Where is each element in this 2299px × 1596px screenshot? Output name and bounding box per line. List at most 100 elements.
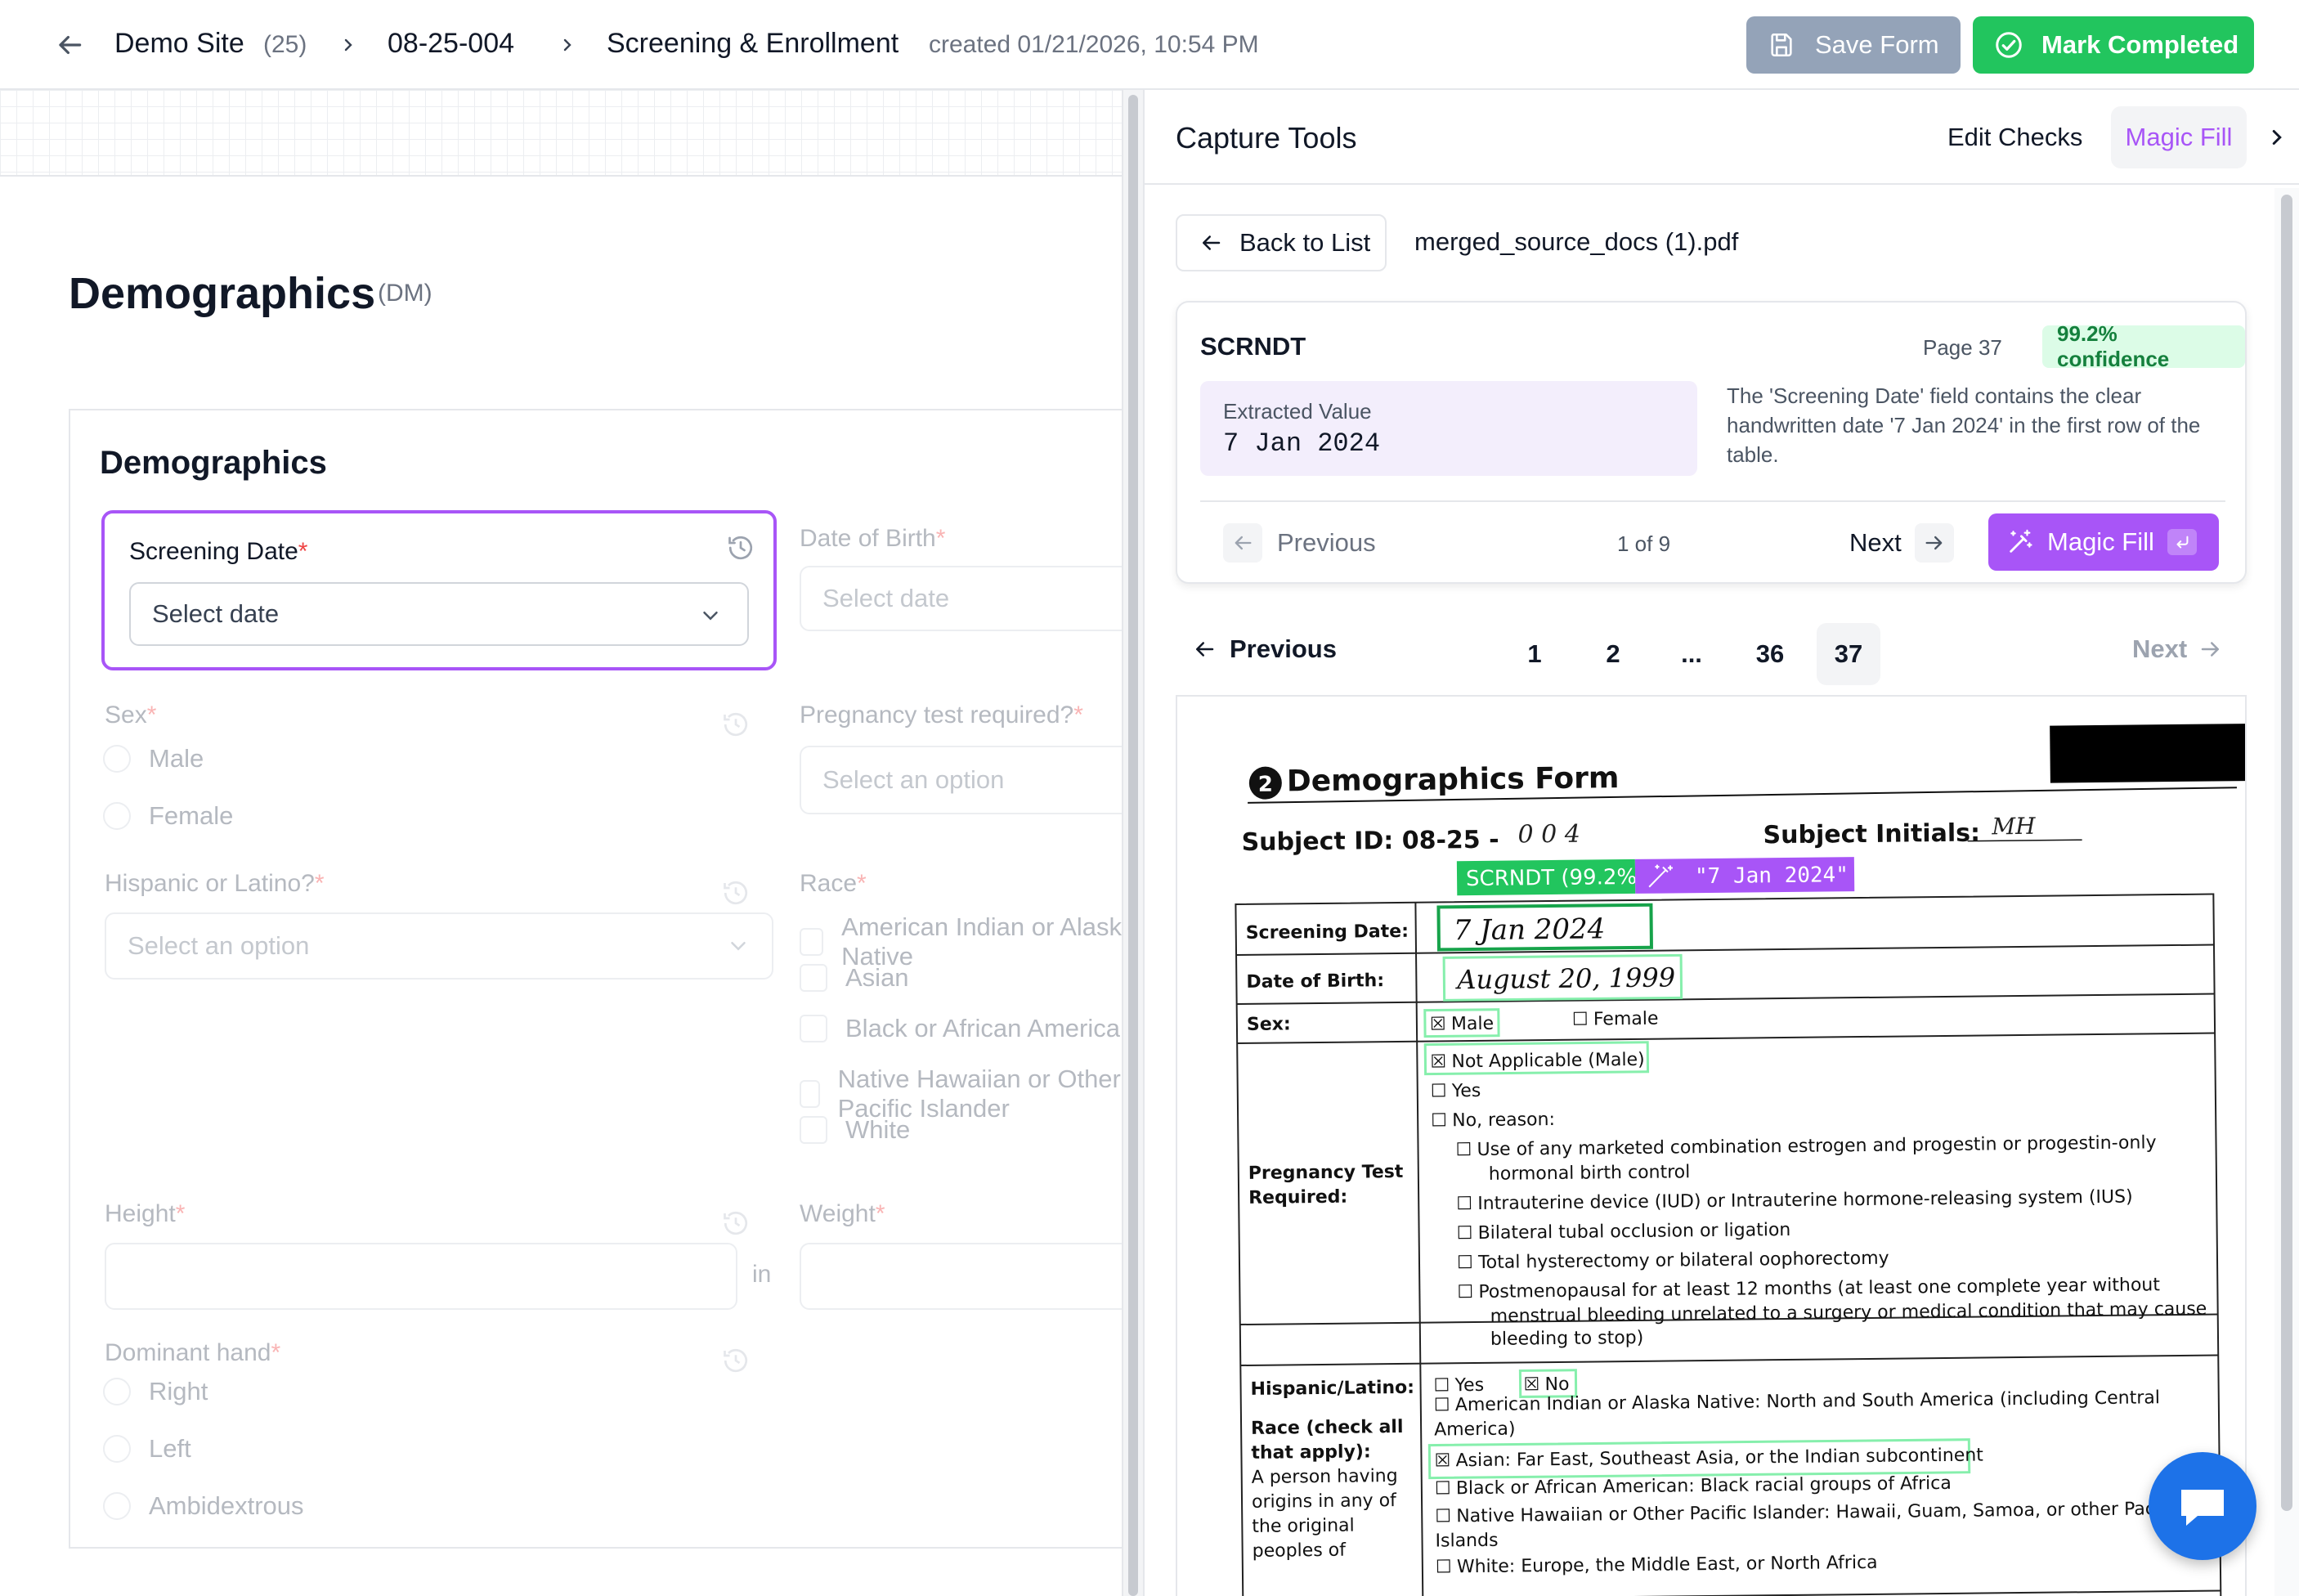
enter-key-icon bbox=[2167, 529, 2197, 555]
doc-sex-male: Male bbox=[1451, 1014, 1494, 1035]
radio-button[interactable] bbox=[103, 1378, 131, 1405]
checkbox[interactable] bbox=[800, 1015, 827, 1042]
breadcrumb-form: Screening & Enrollment bbox=[607, 28, 899, 59]
breadcrumb-site[interactable]: Demo Site bbox=[114, 28, 244, 60]
pager-page-36[interactable]: 36 bbox=[1738, 623, 1802, 685]
doc-race-note: origins in any of bbox=[1252, 1491, 1397, 1513]
extraction-next-button[interactable]: Next bbox=[1849, 523, 1954, 563]
pager-next-button[interactable]: Next bbox=[2132, 634, 2223, 664]
sex-option-female[interactable]: Female bbox=[103, 801, 233, 831]
extraction-previous-button[interactable]: Previous bbox=[1223, 523, 1376, 563]
radio-button[interactable] bbox=[103, 802, 131, 830]
initials-underline bbox=[1967, 839, 2082, 842]
height-input[interactable] bbox=[105, 1243, 737, 1310]
arrow-left-icon bbox=[1203, 235, 1221, 250]
pregnancy-select[interactable]: Select an option bbox=[800, 746, 1122, 814]
document-title: Demographics Form bbox=[1287, 761, 1620, 798]
value-tag-text: "7 Jan 2024" bbox=[1695, 863, 1849, 889]
pager-page-2[interactable]: 2 bbox=[1581, 623, 1645, 685]
extracted-value-label: Extracted Value bbox=[1223, 399, 1372, 424]
radio-button[interactable] bbox=[103, 1435, 131, 1463]
hispanic-select[interactable]: Select an option bbox=[105, 912, 773, 980]
race-option[interactable]: Black or African American bbox=[800, 1014, 1122, 1043]
page-pagination: Previous 1 2 ... 36 37 Next bbox=[1176, 616, 2247, 685]
history-icon[interactable] bbox=[721, 1346, 751, 1375]
save-form-button[interactable]: Save Form bbox=[1746, 16, 1961, 74]
hand-option-label: Ambidextrous bbox=[149, 1491, 304, 1520]
breadcrumb-subject[interactable]: 08-25-004 bbox=[388, 28, 514, 60]
doc-sex-label: Sex: bbox=[1247, 1014, 1291, 1035]
doc-pregnancy-label: Required: bbox=[1248, 1187, 1347, 1208]
created-timestamp: created 01/21/2026, 10:54 PM bbox=[929, 31, 1259, 58]
extracted-value: 7 Jan 2024 bbox=[1223, 428, 1381, 459]
magic-wand-icon bbox=[2010, 529, 2032, 553]
doc-race-label: that apply): bbox=[1251, 1441, 1371, 1464]
pager-page-1[interactable]: 1 bbox=[1503, 623, 1566, 685]
doc-checkbox: ☐ bbox=[1457, 1282, 1473, 1302]
doc-pregnancy-reason: hormonal birth control bbox=[1489, 1162, 1691, 1185]
doc-checkbox: ☐ bbox=[1455, 1140, 1472, 1160]
doc-race-option: Black or African American: Black racial … bbox=[1456, 1473, 1952, 1499]
extraction-count: 1 of 9 bbox=[1617, 531, 1671, 556]
hand-option-right[interactable]: Right bbox=[103, 1377, 208, 1406]
checkbox[interactable] bbox=[800, 1116, 827, 1144]
capture-tools-header: Capture Tools Edit Checks Magic Fill bbox=[1145, 90, 2299, 185]
chevron-right-icon[interactable] bbox=[2265, 124, 2289, 150]
page-title: Demographics bbox=[69, 269, 376, 318]
doc-checkbox-checked: ☒ bbox=[1523, 1374, 1539, 1395]
magic-fill-button[interactable]: Magic Fill bbox=[1988, 513, 2219, 571]
pager-page-37-active[interactable]: 37 bbox=[1817, 623, 1880, 685]
chevron-down-icon bbox=[703, 612, 718, 621]
hand-option-left[interactable]: Left bbox=[103, 1434, 191, 1464]
mark-completed-label: Mark Completed bbox=[2041, 30, 2239, 59]
capture-scrollbar[interactable] bbox=[2274, 188, 2299, 1596]
doc-pregnancy-reason: Intrauterine device (IUD) or Intrauterin… bbox=[1477, 1187, 2133, 1214]
doc-checkbox: ☐ bbox=[1456, 1223, 1472, 1244]
screening-date-field[interactable]: Screening Date* Select date bbox=[101, 510, 777, 670]
height-unit: in bbox=[752, 1261, 772, 1288]
doc-checkbox-checked: ☒ bbox=[1430, 1051, 1446, 1072]
radio-button[interactable] bbox=[103, 745, 131, 773]
source-document-viewer[interactable]: 2 Demographics Form Subject ID: 08-25 - … bbox=[1176, 695, 2247, 1596]
doc-pregnancy-option: No, reason: bbox=[1452, 1110, 1555, 1131]
history-icon[interactable] bbox=[721, 878, 751, 908]
checkbox[interactable] bbox=[800, 964, 827, 992]
scanned-form-page: 2 Demographics Form Subject ID: 08-25 - … bbox=[1235, 723, 2245, 1596]
screening-date-picker[interactable]: Select date bbox=[129, 582, 749, 646]
checkbox[interactable] bbox=[800, 928, 824, 956]
doc-race-option: White: Europe, the Middle East, or North… bbox=[1457, 1553, 1878, 1577]
field-tag-text: SCRNDT (99.2%) bbox=[1466, 865, 1646, 891]
checkbox[interactable] bbox=[800, 1080, 820, 1108]
chat-launcher-button[interactable] bbox=[2149, 1452, 2256, 1560]
doc-checkbox: ☐ bbox=[1433, 1375, 1450, 1396]
grid-background bbox=[0, 90, 1122, 177]
tab-magic-fill[interactable]: Magic Fill bbox=[2111, 106, 2247, 168]
back-to-list-button[interactable]: Back to List bbox=[1176, 214, 1387, 271]
screening-date-label: Screening Date* bbox=[129, 538, 308, 565]
panel-resize-handle[interactable] bbox=[1122, 90, 1145, 1596]
extraction-next-label: Next bbox=[1849, 528, 1902, 557]
dob-picker[interactable]: Select date bbox=[800, 566, 1122, 631]
history-icon[interactable] bbox=[721, 710, 751, 739]
race-option[interactable]: White bbox=[800, 1115, 910, 1145]
back-arrow-icon[interactable] bbox=[54, 29, 85, 61]
doc-hispanic-no: No bbox=[1544, 1374, 1569, 1395]
race-option[interactable]: Asian bbox=[800, 963, 909, 993]
screening-date-value: Select date bbox=[152, 599, 280, 628]
weight-input[interactable] bbox=[800, 1243, 1122, 1310]
radio-button[interactable] bbox=[103, 1492, 131, 1520]
extraction-card: SCRNDT Page 37 99.2% confidence Extracte… bbox=[1176, 301, 2247, 584]
pager-previous-button[interactable]: Previous bbox=[1192, 634, 1337, 664]
arrow-right-icon bbox=[2201, 642, 2220, 657]
hand-option-ambidextrous[interactable]: Ambidextrous bbox=[103, 1491, 304, 1521]
tab-edit-checks[interactable]: Edit Checks bbox=[1947, 123, 2082, 152]
magic-fill-label: Magic Fill bbox=[2047, 527, 2154, 556]
history-icon[interactable] bbox=[721, 1208, 751, 1238]
sex-option-male[interactable]: Male bbox=[103, 744, 204, 773]
history-icon[interactable] bbox=[726, 533, 755, 563]
mark-completed-button[interactable]: Mark Completed bbox=[1973, 16, 2254, 74]
doc-pregnancy-reason: Postmenopausal for at least 12 months (a… bbox=[1478, 1275, 2160, 1302]
resize-grip[interactable] bbox=[1128, 95, 1138, 1596]
doc-checkbox: ☐ bbox=[1457, 1253, 1473, 1273]
scrollbar-thumb[interactable] bbox=[2281, 195, 2292, 1511]
